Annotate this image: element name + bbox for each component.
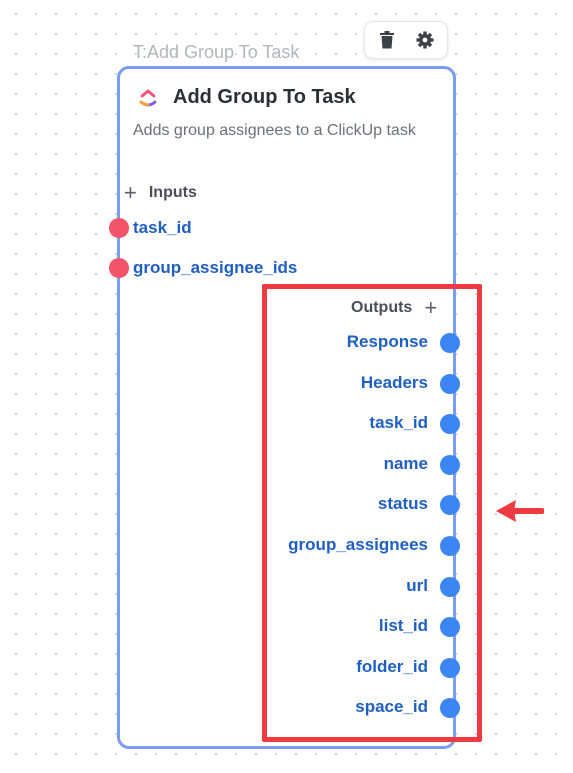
clickup-logo-icon xyxy=(137,87,159,109)
outputs-list: Response Headers task_id name status gro… xyxy=(262,329,460,735)
node-header: Add Group To Task xyxy=(137,86,356,109)
output-row-status: status xyxy=(262,491,460,532)
inputs-label: Inputs xyxy=(148,184,197,201)
input-port-label: task_id xyxy=(133,218,192,237)
node-title: Add Group To Task xyxy=(173,86,356,108)
output-port-label: list_id xyxy=(378,616,428,636)
output-port-folder-id[interactable] xyxy=(440,657,460,678)
output-port-url[interactable] xyxy=(440,576,460,597)
output-row-group-assignees: group_assignees xyxy=(262,532,460,573)
outputs-label: Outputs xyxy=(351,299,413,316)
arrow-left-icon xyxy=(496,500,544,522)
trash-icon xyxy=(380,31,394,49)
add-input-button[interactable]: + xyxy=(124,182,137,204)
node-toolbar xyxy=(364,21,448,59)
output-port-label: task_id xyxy=(369,413,428,433)
input-port-group-assignee-ids[interactable] xyxy=(109,258,129,278)
input-port-label: group_assignee_ids xyxy=(133,258,298,277)
output-row-folder-id: folder_id xyxy=(262,654,460,695)
inputs-section-header: + Inputs xyxy=(124,182,197,204)
output-port-group-assignees[interactable] xyxy=(440,535,460,556)
output-port-status[interactable] xyxy=(440,495,460,516)
delete-button[interactable] xyxy=(377,30,397,50)
output-port-label: group_assignees xyxy=(288,534,428,554)
output-row-space-id: space_id xyxy=(262,694,460,735)
output-port-label: status xyxy=(377,494,428,514)
output-port-label: space_id xyxy=(355,697,428,717)
output-port-list-id[interactable] xyxy=(440,617,460,638)
node-description: Adds group assignees to a ClickUp task xyxy=(133,122,416,139)
output-port-space-id[interactable] xyxy=(440,698,460,719)
settings-button[interactable] xyxy=(415,30,435,50)
output-port-headers[interactable] xyxy=(440,373,460,394)
input-port-task-id[interactable] xyxy=(109,218,129,238)
output-row-task-id: task_id xyxy=(262,410,460,451)
output-port-label: folder_id xyxy=(356,656,428,676)
outputs-section-header: Outputs + xyxy=(351,297,437,319)
output-row-headers: Headers xyxy=(262,370,460,411)
output-row-response: Response xyxy=(262,329,460,370)
output-port-name[interactable] xyxy=(440,454,460,475)
output-row-url: url xyxy=(262,573,460,614)
output-port-label: name xyxy=(383,453,428,473)
add-output-button[interactable]: + xyxy=(424,297,437,319)
gear-icon xyxy=(416,31,434,49)
output-port-response[interactable] xyxy=(440,333,460,353)
node-title-ghost: T:Add Group To Task xyxy=(133,42,300,62)
output-row-list-id: list_id xyxy=(262,613,460,654)
output-port-task-id[interactable] xyxy=(440,414,460,435)
output-port-label: url xyxy=(406,575,428,595)
output-port-label: Response xyxy=(346,332,428,351)
output-port-label: Headers xyxy=(360,372,428,392)
output-row-name: name xyxy=(262,451,460,492)
